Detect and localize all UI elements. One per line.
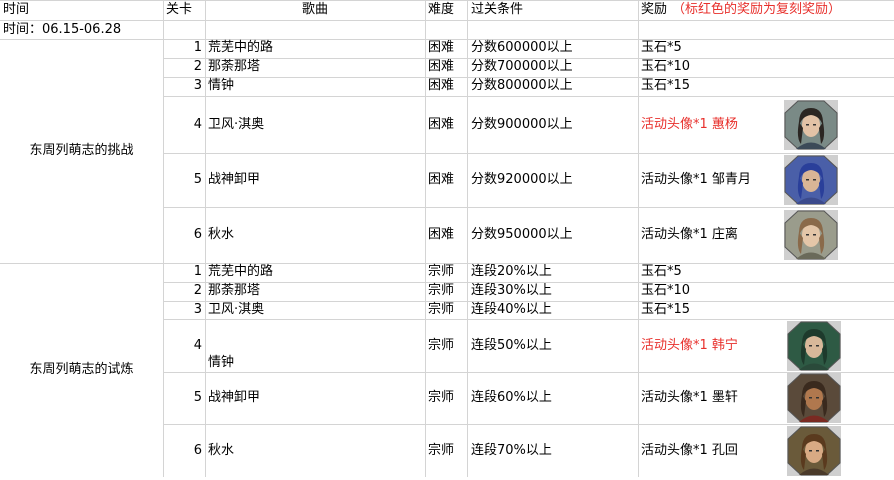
difficulty-cell[interactable]: 宗师 [428, 442, 454, 460]
reward-cell[interactable]: 玉石*15 [641, 301, 690, 319]
difficulty-cell[interactable]: 宗师 [428, 337, 454, 355]
reward-cell[interactable]: 玉石*15 [641, 77, 690, 95]
difficulty-cell[interactable]: 宗师 [428, 282, 454, 300]
difficulty-cell[interactable]: 困难 [428, 116, 454, 134]
stage-cell[interactable]: 6 [163, 226, 202, 244]
stage-cell[interactable]: 3 [163, 301, 202, 319]
reward-cell[interactable]: 玉石*5 [641, 39, 682, 57]
header-difficulty[interactable]: 难度 [428, 1, 454, 19]
stage-cell[interactable]: 3 [163, 77, 202, 95]
header-condition[interactable]: 过关条件 [471, 1, 523, 19]
song-cell[interactable]: 战神卸甲 [208, 171, 260, 189]
song-cell[interactable]: 荒芜中的路 [208, 39, 273, 57]
difficulty-cell[interactable]: 困难 [428, 226, 454, 244]
song-cell[interactable]: 卫风·淇奥 [208, 116, 264, 134]
stage-cell[interactable]: 6 [163, 442, 202, 460]
difficulty-cell[interactable]: 困难 [428, 77, 454, 95]
condition-cell[interactable]: 分数700000以上 [471, 58, 573, 76]
header-time[interactable]: 时间 [3, 1, 29, 19]
header-stage[interactable]: 关卡 [166, 1, 192, 19]
reward-cell[interactable]: 活动头像*1 孔回 [641, 442, 738, 460]
song-cell[interactable]: 荒芜中的路 [208, 263, 273, 281]
stage-cell[interactable]: 1 [163, 263, 202, 281]
avatar-icon [784, 210, 838, 260]
song-cell[interactable]: 情钟 [208, 354, 234, 372]
condition-cell[interactable]: 分数920000以上 [471, 171, 573, 189]
song-cell[interactable]: 那荼那塔 [208, 282, 260, 300]
difficulty-cell[interactable]: 宗师 [428, 263, 454, 281]
reward-cell[interactable]: 玉石*10 [641, 58, 690, 76]
difficulty-cell[interactable]: 困难 [428, 39, 454, 57]
condition-cell[interactable]: 连段20%以上 [471, 263, 552, 281]
reward-cell[interactable]: 活动头像*1 邹青月 [641, 171, 751, 189]
row-gridline [0, 20, 894, 21]
header-reward-note: （标红色的奖励为复刻奖励） [672, 2, 842, 17]
difficulty-cell[interactable]: 宗师 [428, 389, 454, 407]
reward-cell[interactable]: 活动头像*1 墨轩 [641, 389, 738, 407]
song-cell[interactable]: 战神卸甲 [208, 389, 260, 407]
condition-cell[interactable]: 分数800000以上 [471, 77, 573, 95]
stage-cell[interactable]: 2 [163, 58, 202, 76]
avatar-icon [787, 373, 841, 423]
condition-cell[interactable]: 分数950000以上 [471, 226, 573, 244]
stage-cell[interactable]: 4 [163, 116, 202, 134]
condition-cell[interactable]: 分数600000以上 [471, 39, 573, 57]
condition-cell[interactable]: 连段30%以上 [471, 282, 552, 300]
avatar-icon [787, 320, 841, 371]
condition-cell[interactable]: 分数900000以上 [471, 116, 573, 134]
condition-cell[interactable]: 连段40%以上 [471, 301, 552, 319]
time-range[interactable]: 时间：06.15-06.28 [3, 21, 121, 39]
song-cell[interactable]: 情钟 [208, 77, 234, 95]
difficulty-cell[interactable]: 宗师 [428, 301, 454, 319]
reward-cell[interactable]: 玉石*5 [641, 263, 682, 281]
condition-cell[interactable]: 连段50%以上 [471, 337, 552, 355]
stage-cell[interactable]: 5 [163, 389, 202, 407]
reward-cell[interactable]: 活动头像*1 蕙杨 [641, 116, 738, 134]
reward-cell[interactable]: 活动头像*1 韩宁 [641, 337, 738, 355]
reward-cell[interactable]: 活动头像*1 庄离 [641, 226, 738, 244]
difficulty-cell[interactable]: 困难 [428, 58, 454, 76]
song-cell[interactable]: 秋水 [208, 442, 234, 460]
avatar-icon [787, 425, 841, 476]
avatar-icon [784, 99, 838, 150]
song-cell[interactable]: 那荼那塔 [208, 58, 260, 76]
song-cell[interactable]: 卫风·淇奥 [208, 301, 264, 319]
condition-cell[interactable]: 连段60%以上 [471, 389, 552, 407]
stage-cell[interactable]: 5 [163, 171, 202, 189]
reward-cell[interactable]: 玉石*10 [641, 282, 690, 300]
header-song[interactable]: 歌曲 [205, 1, 425, 19]
avatar-icon [784, 155, 838, 205]
song-cell[interactable]: 秋水 [208, 226, 234, 244]
condition-cell[interactable]: 连段70%以上 [471, 442, 552, 460]
stage-cell[interactable]: 4 [163, 337, 202, 355]
stage-cell[interactable]: 2 [163, 282, 202, 300]
stage-cell[interactable]: 1 [163, 39, 202, 57]
difficulty-cell[interactable]: 困难 [428, 171, 454, 189]
header-reward[interactable]: 奖励 [641, 1, 667, 19]
spreadsheet: 时间 关卡 难度 过关条件 歌曲 奖励 （标红色的奖励为复刻奖励） 时间：06.15-06.2… [0, 0, 894, 477]
